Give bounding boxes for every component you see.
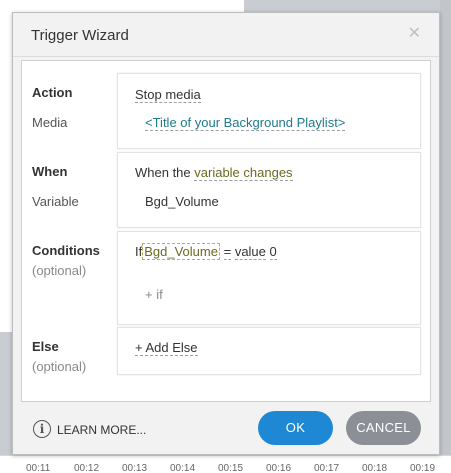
- media-value-link[interactable]: <Title of your Background Playlist>: [145, 115, 346, 131]
- when-sentence: When the variable changes: [135, 165, 293, 181]
- trigger-wizard-dialog: Trigger Wizard ✕ Action Media Stop media…: [12, 12, 440, 455]
- add-if-button[interactable]: + if: [145, 287, 163, 302]
- timeline-tick: 00:13: [122, 463, 148, 473]
- when-box: When the variable changes Bgd_Volume: [117, 152, 421, 228]
- close-icon[interactable]: ✕: [408, 25, 421, 43]
- info-icon[interactable]: i: [33, 420, 51, 438]
- timeline-tick: 00:15: [218, 463, 244, 473]
- timeline-tick: 00:18: [362, 463, 388, 473]
- else-box: + Add Else: [117, 327, 421, 375]
- media-label: Media: [32, 115, 68, 130]
- background-right-panel: [440, 0, 451, 473]
- else-optional: (optional): [32, 359, 87, 374]
- condition-variable-link[interactable]: Bgd_Volume: [142, 243, 220, 260]
- conditions-label: Conditions: [32, 243, 100, 258]
- background-left-strip: [0, 12, 12, 332]
- timeline-tick: 00:16: [266, 463, 292, 473]
- add-else-button[interactable]: + Add Else: [135, 340, 198, 356]
- dialog-header: Trigger Wizard ✕: [13, 13, 439, 57]
- when-value-link[interactable]: variable changes: [194, 165, 293, 181]
- when-label: When: [32, 164, 68, 179]
- condition-operator-link[interactable]: =: [223, 244, 232, 260]
- action-value-link[interactable]: Stop media: [135, 87, 201, 103]
- timeline-tick: 00:11: [26, 463, 51, 473]
- cancel-button[interactable]: CANCEL: [346, 411, 421, 445]
- learn-more-link[interactable]: LEARN MORE...: [57, 423, 146, 437]
- timeline-tick: 00:12: [74, 463, 100, 473]
- timeline-tick: 00:14: [170, 463, 196, 473]
- dialog-content: Action Media Stop media <Title of your B…: [21, 60, 431, 402]
- else-label: Else: [32, 339, 59, 354]
- action-box: Stop media <Title of your Background Pla…: [117, 73, 421, 149]
- conditions-optional: (optional): [32, 263, 87, 278]
- background-app-area: [0, 0, 244, 12]
- variable-value-link[interactable]: Bgd_Volume: [145, 194, 219, 209]
- condition-row: If Bgd_Volume = value 0: [135, 243, 277, 260]
- conditions-box: If Bgd_Volume = value 0 + if: [117, 231, 421, 325]
- variable-label: Variable: [32, 194, 79, 209]
- condition-value-type-link[interactable]: value: [234, 244, 266, 260]
- timeline-tick: 00:17: [314, 463, 340, 473]
- ok-button[interactable]: OK: [258, 411, 333, 445]
- when-prefix: When the: [135, 165, 195, 180]
- timeline-ruler[interactable]: 00:11 00:12 00:13 00:14 00:15 00:16 00:1…: [0, 455, 451, 473]
- action-label: Action: [32, 85, 73, 100]
- timeline-tick: 00:19: [410, 463, 436, 473]
- condition-value-link[interactable]: 0: [269, 244, 277, 260]
- dialog-title: Trigger Wizard: [31, 27, 129, 44]
